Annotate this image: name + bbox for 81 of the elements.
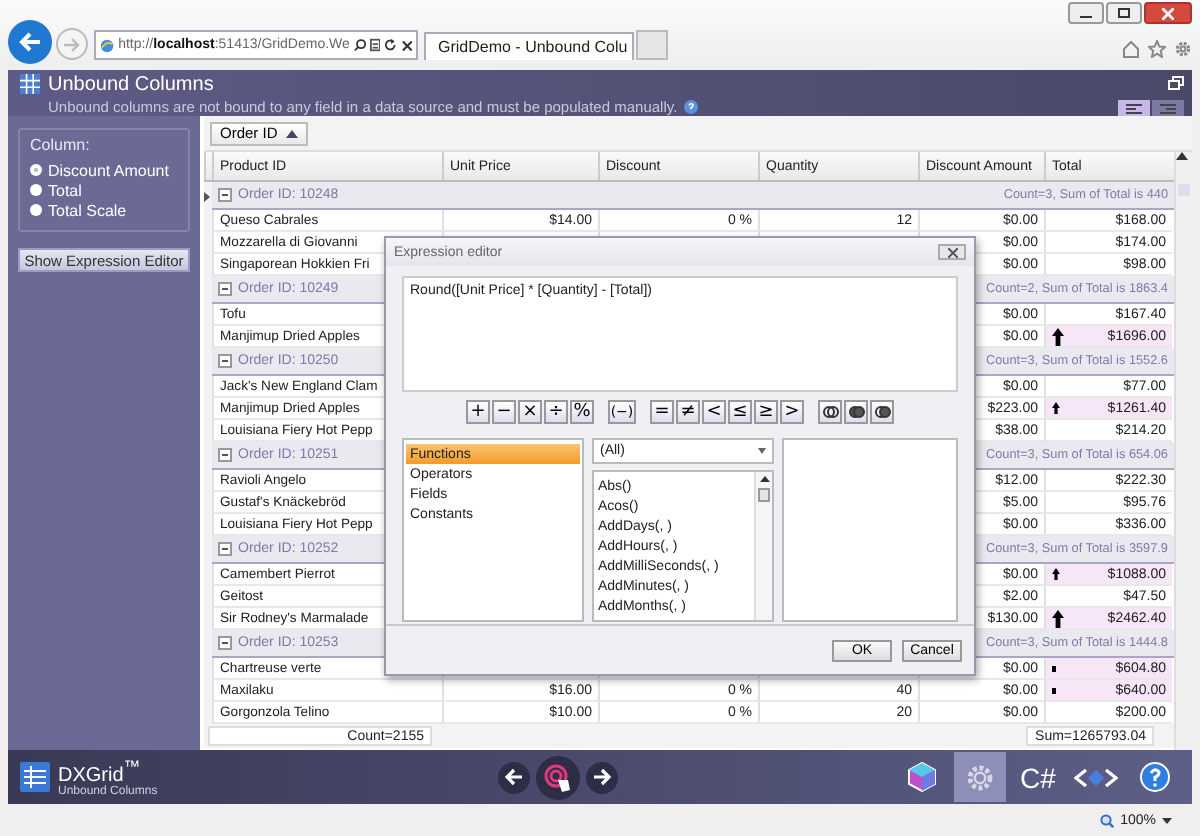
scroll-thumb[interactable] <box>758 488 770 502</box>
help-icon <box>1139 762 1169 792</box>
star-icon[interactable] <box>1148 40 1166 58</box>
browser-tab[interactable]: GridDemo - Unbound Colu <box>424 32 634 60</box>
operator-button[interactable] <box>818 400 842 424</box>
group-title: Column: <box>30 136 92 154</box>
filled-circles-icon <box>847 404 865 420</box>
scroll-up-icon[interactable] <box>759 476 769 482</box>
arrow-left-icon <box>503 768 524 786</box>
collapse-icon[interactable] <box>218 188 232 202</box>
touch-button[interactable] <box>535 755 580 799</box>
arrow-right-icon <box>64 37 80 51</box>
up-arrow-icon <box>1052 568 1060 580</box>
close-button[interactable] <box>1144 2 1192 24</box>
radio-option[interactable]: Discount Amount <box>30 160 178 180</box>
overlap-circles-icon <box>821 404 839 420</box>
arrow-left-icon <box>18 32 42 52</box>
collapse-icon[interactable] <box>218 448 232 462</box>
refresh-icon[interactable] <box>384 38 398 52</box>
home-icon[interactable] <box>1122 40 1140 58</box>
marker-icon <box>1052 665 1056 671</box>
maximize-button[interactable] <box>1106 2 1142 24</box>
radio-option[interactable]: Total <box>30 180 178 200</box>
align-right-icon <box>1160 103 1176 113</box>
restore-icon[interactable] <box>1168 76 1184 90</box>
page-title: Unbound Columns <box>48 74 216 96</box>
previous-button[interactable] <box>497 761 530 793</box>
browser-page-icon <box>100 37 115 53</box>
operator-button[interactable]: − <box>492 400 516 424</box>
sort-ascending-icon <box>285 129 298 137</box>
up-arrow-icon <box>1052 609 1064 627</box>
view-mode-button[interactable] <box>1152 100 1184 116</box>
touch-icon <box>543 763 572 791</box>
help-icon[interactable] <box>683 100 698 114</box>
radio-option[interactable]: Total Scale <box>30 200 178 220</box>
up-arrow-icon <box>1052 327 1064 345</box>
minimize-button[interactable] <box>1068 2 1104 24</box>
up-arrow-icon <box>1052 402 1060 414</box>
caret-down-icon[interactable] <box>1162 817 1172 823</box>
operator-button[interactable]: % <box>570 400 594 424</box>
align-left-icon <box>1126 103 1142 113</box>
hexagon-icon <box>908 762 936 792</box>
operator-button[interactable] <box>870 400 894 424</box>
zoom-icon[interactable] <box>1100 813 1115 827</box>
operator-button[interactable]: > <box>780 400 804 424</box>
operator-button[interactable]: ≠ <box>676 400 700 424</box>
product-name: DXGrid$^{™}$ <box>58 755 141 787</box>
operator-button[interactable] <box>844 400 868 424</box>
search-icon[interactable] <box>353 38 367 52</box>
operator-button[interactable]: + <box>466 400 490 424</box>
next-button[interactable] <box>585 761 618 793</box>
collapse-icon[interactable] <box>218 282 232 296</box>
collapse-icon[interactable] <box>218 636 232 650</box>
settings-icon[interactable] <box>1174 40 1192 58</box>
collapse-icon[interactable] <box>218 354 232 368</box>
view-mode-button[interactable] <box>1118 100 1150 116</box>
operator-button[interactable]: ÷ <box>544 400 568 424</box>
operator-button[interactable]: ≥ <box>754 400 778 424</box>
arrow-right-icon <box>591 768 612 786</box>
scrollbar[interactable] <box>1174 152 1192 750</box>
operator-button[interactable]: < <box>702 400 726 424</box>
back-button[interactable] <box>8 20 52 64</box>
toolbar-button[interactable]: C# <box>1012 752 1064 802</box>
half-circles-icon <box>873 404 891 420</box>
maximize-icon <box>1118 8 1130 18</box>
caret-down-icon <box>758 448 766 454</box>
settings-icon <box>966 763 994 791</box>
operator-button[interactable]: ≤ <box>728 400 752 424</box>
close-icon <box>1162 7 1174 19</box>
grid-icon <box>20 74 40 94</box>
operator-button[interactable]: = <box>650 400 674 424</box>
tab-title: GridDemo - Unbound Colu <box>438 38 628 56</box>
grid-logo-icon <box>20 761 50 792</box>
operator-button[interactable]: × <box>518 400 542 424</box>
stop-icon[interactable] <box>401 39 413 51</box>
code-brackets-icon <box>1074 767 1118 787</box>
compat-view-icon[interactable] <box>370 38 381 52</box>
marker-icon <box>1052 687 1056 693</box>
close-button[interactable] <box>938 244 966 260</box>
close-icon <box>947 247 957 257</box>
collapse-icon[interactable] <box>218 542 232 556</box>
